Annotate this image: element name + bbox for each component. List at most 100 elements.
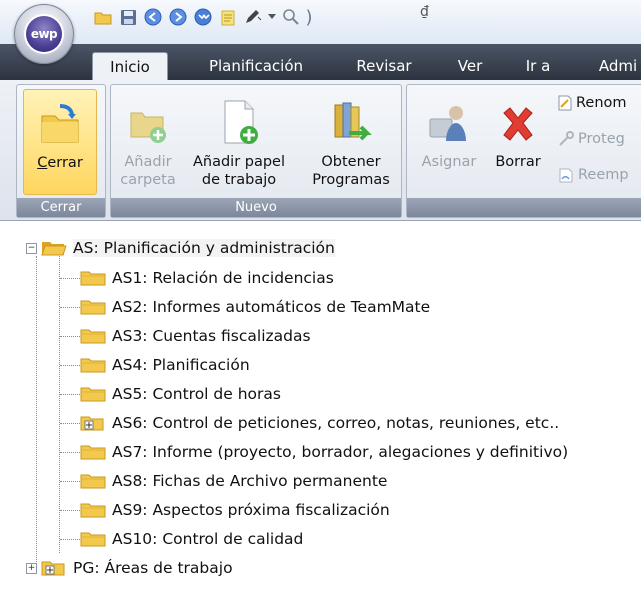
tab-ir-a[interactable]: Ir a	[516, 52, 560, 80]
folder-icon	[80, 329, 106, 344]
tree-guide-children	[59, 254, 60, 553]
tree-node-label: AS: Planificación y administración	[73, 239, 335, 257]
asignar-button[interactable]: Asignar	[413, 89, 485, 171]
folder-with-children-icon	[80, 416, 104, 431]
obtener-programas-button[interactable]: Obtener Programas	[307, 89, 395, 189]
save-icon[interactable]	[117, 7, 139, 27]
cerrar-label-rest: errar	[47, 155, 83, 171]
tab-admin[interactable]: Admi	[588, 52, 641, 80]
group-cerrar: Cerrar Cerrar	[16, 84, 106, 218]
obtener-programas-line2: Programas	[312, 172, 390, 188]
assign-user-icon	[426, 89, 472, 145]
tree-node-4[interactable]: AS4: Planificación	[80, 353, 250, 377]
back-icon[interactable]	[142, 7, 164, 27]
tree-guide-connector	[60, 278, 82, 279]
borrar-label: Borrar	[495, 154, 541, 170]
search-icon[interactable]	[280, 7, 302, 27]
quick-access-toolbar: )	[92, 6, 313, 28]
tab-revisar[interactable]: Revisar	[340, 52, 428, 80]
group-label-nuevo: Nuevo	[111, 198, 401, 217]
tree-node-label: PG: Áreas de trabajo	[73, 559, 233, 577]
get-programs-icon	[329, 89, 373, 145]
tree-node-label: AS3: Cuentas fiscalizadas	[112, 327, 311, 345]
tree-node-6[interactable]: AS6: Control de peticiones, correo, nota…	[80, 411, 559, 435]
expand-toggle-icon[interactable]: +	[26, 562, 37, 574]
tree-node-label: AS4: Planificación	[112, 356, 250, 374]
tree-guide-connector	[60, 336, 82, 337]
rename-icon	[558, 95, 572, 111]
open-folder-icon[interactable]	[92, 7, 114, 27]
add-folder-icon	[128, 89, 168, 145]
folder-icon	[80, 474, 106, 489]
reemplazar-button[interactable]: Reemp	[558, 164, 629, 186]
ewp-logo: ewp	[26, 16, 62, 52]
tree-guide-root	[36, 256, 37, 568]
toolbar-separator: )	[305, 6, 313, 28]
tree-node-3[interactable]: AS3: Cuentas fiscalizadas	[80, 324, 311, 348]
ribbon: Cerrar Cerrar Añadir carpeta Añadir pape…	[0, 80, 641, 221]
tab-ver[interactable]: Ver	[444, 52, 496, 80]
renombrar-button[interactable]: Renom	[558, 92, 627, 114]
proteger-button[interactable]: Proteg	[558, 128, 625, 150]
forward-icon[interactable]	[167, 7, 189, 27]
dropdown-arrow-icon[interactable]	[267, 7, 277, 27]
open-folder-icon	[41, 242, 67, 256]
tree-node-as[interactable]: − AS: Planificación y administración	[26, 236, 335, 260]
anadir-papel-line2: de trabajo	[201, 172, 277, 188]
refresh-icon[interactable]	[192, 7, 214, 27]
cerrar-accesskey: C	[37, 155, 48, 171]
tree-guide-connector	[60, 452, 82, 453]
tree-node-1[interactable]: AS1: Relación de incidencias	[80, 266, 334, 290]
anadir-carpeta-button[interactable]: Añadir carpeta	[117, 89, 179, 189]
tree-node-label: AS1: Relación de incidencias	[112, 269, 334, 287]
tree-guide-connector	[60, 365, 82, 366]
tree-node-5[interactable]: AS5: Control de horas	[80, 382, 281, 406]
tree-node-pg[interactable]: + PG: Áreas de trabajo	[26, 556, 233, 580]
anadir-papel-trabajo-button[interactable]: Añadir papel de trabajo	[183, 89, 295, 189]
folder-icon	[80, 503, 106, 518]
key-icon	[559, 131, 574, 146]
pen-icon[interactable]	[242, 7, 264, 27]
customize-toolbar-icon[interactable]: ₫	[420, 4, 429, 20]
tree-node-label: AS8: Fichas de Archivo permanente	[112, 472, 388, 490]
tree-guide-connector	[60, 423, 82, 424]
tree-node-9[interactable]: AS9: Aspectos próxima fiscalización	[80, 498, 390, 522]
application-menu-button[interactable]: ewp	[14, 4, 74, 64]
folder-icon	[80, 387, 106, 402]
renombrar-label: Renom	[576, 95, 627, 111]
tree-node-label: AS9: Aspectos próxima fiscalización	[112, 501, 390, 519]
notes-icon[interactable]	[217, 7, 239, 27]
cerrar-button[interactable]: Cerrar	[23, 89, 97, 195]
tree-guide-connector	[60, 307, 82, 308]
tree-view[interactable]: − AS: Planificación y administración AS1…	[0, 222, 641, 602]
group-label-edit	[407, 198, 641, 217]
asignar-label: Asignar	[421, 154, 477, 170]
folder-icon	[80, 300, 106, 315]
tab-inicio[interactable]: Inicio	[92, 52, 168, 81]
tab-planificacion[interactable]: Planificación	[186, 52, 326, 80]
anadir-carpeta-line2: carpeta	[120, 172, 176, 188]
folder-with-children-icon	[41, 561, 65, 576]
ribbon-tab-strip: Inicio Planificación Revisar Ver Ir a Ad…	[0, 44, 641, 81]
tree-node-label: AS6: Control de peticiones, correo, nota…	[112, 414, 560, 432]
group-nuevo: Añadir carpeta Añadir papel de trabajo O…	[110, 84, 402, 218]
folder-icon	[80, 358, 106, 373]
replace-icon	[559, 168, 573, 183]
tree-node-label: AS5: Control de horas	[112, 385, 281, 403]
tree-node-label: AS2: Informes automáticos de TeamMate	[112, 298, 431, 316]
tree-node-2[interactable]: AS2: Informes automáticos de TeamMate	[80, 295, 430, 319]
borrar-button[interactable]: Borrar	[487, 89, 549, 171]
tree-node-8[interactable]: AS8: Fichas de Archivo permanente	[80, 469, 387, 493]
tree-node-7[interactable]: AS7: Informe (proyecto, borrador, alegac…	[80, 440, 568, 464]
reemplazar-label: Reemp	[578, 167, 629, 183]
tree-guide-connector	[60, 394, 82, 395]
tree-node-10[interactable]: AS10: Control de calidad	[80, 527, 303, 551]
folder-icon	[80, 271, 106, 286]
folder-icon	[80, 445, 106, 460]
anadir-carpeta-line1: Añadir	[124, 154, 172, 170]
group-label-cerrar: Cerrar	[17, 198, 105, 217]
close-folder-icon	[38, 90, 82, 146]
folder-icon	[80, 532, 106, 547]
tree-node-label: AS7: Informe (proyecto, borrador, alegac…	[112, 443, 569, 461]
collapse-toggle-icon[interactable]: −	[26, 242, 37, 254]
